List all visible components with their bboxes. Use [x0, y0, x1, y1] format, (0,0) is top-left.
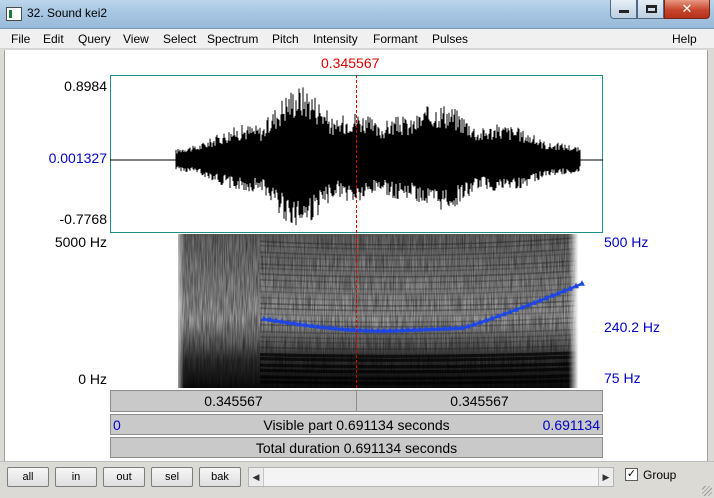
zoom-all-button[interactable]: all — [7, 467, 49, 487]
menu-edit[interactable]: Edit — [43, 32, 64, 46]
visible-end-label: 0.691134 — [542, 417, 600, 433]
menu-select[interactable]: Select — [163, 32, 196, 46]
horizontal-scrollbar[interactable]: ◀ ▶ — [248, 467, 614, 487]
menu-file[interactable]: File — [11, 32, 30, 46]
cursor-overlay — [356, 75, 357, 388]
visible-part-label: Visible part 0.691134 seconds — [263, 416, 450, 433]
visible-part-center: Visible part 0.691134 seconds — [111, 415, 602, 434]
zoom-out-button[interactable]: out — [103, 467, 145, 487]
segment-right-label: 0.345567 — [450, 393, 509, 409]
zoom-selection-button[interactable]: sel — [151, 467, 193, 487]
menu-spectrum[interactable]: Spectrum — [207, 32, 258, 46]
window-controls: ✕ — [610, 0, 710, 19]
menu-view[interactable]: View — [123, 32, 149, 46]
total-duration-label: Total duration 0.691134 seconds — [255, 439, 458, 456]
waveform-max-label: 0.8984 — [64, 78, 107, 94]
menu-formant[interactable]: Formant — [373, 32, 418, 46]
spectrogram-bottom-label: 0 Hz — [78, 371, 107, 387]
segment-right[interactable]: 0.345567 — [357, 391, 602, 411]
selection-time-bar: 0.345567 0.345567 — [110, 390, 603, 412]
visible-part-bar[interactable]: 0 Visible part 0.691134 seconds 0.691134 — [110, 414, 603, 435]
close-button[interactable]: ✕ — [664, 0, 710, 19]
scroll-left-arrow-icon[interactable]: ◀ — [249, 468, 264, 486]
menu-help[interactable]: Help — [672, 32, 697, 46]
sound-editor: 0.345567 0.8984 0.001327 -0.7768 5000 Hz… — [4, 50, 708, 461]
maximize-button[interactable] — [637, 0, 664, 19]
pitch-bottom-label: 75 Hz — [604, 370, 641, 386]
waveform-min-label: -0.7768 — [59, 211, 107, 227]
segment-left-label: 0.345567 — [204, 393, 263, 409]
minimize-icon — [619, 10, 629, 13]
title-bar[interactable]: 32. Sound kei2 ✕ — [0, 0, 714, 29]
pitch-top-label: 500 Hz — [604, 234, 649, 250]
cursor-time-label: 0.345567 — [321, 55, 380, 71]
total-duration-bar[interactable]: Total duration 0.691134 seconds — [110, 437, 603, 458]
group-checkbox[interactable]: ✓ — [625, 468, 638, 481]
close-icon: ✕ — [681, 1, 693, 16]
group-label: Group — [643, 468, 677, 482]
menu-pulses[interactable]: Pulses — [432, 32, 468, 46]
minimize-button[interactable] — [610, 0, 637, 19]
menu-pitch[interactable]: Pitch — [272, 32, 299, 46]
menu-bar: File Edit Query View Select Spectrum Pit… — [0, 29, 714, 49]
app-icon — [6, 7, 22, 21]
waveform-zero-label: 0.001327 — [48, 150, 107, 166]
menu-query[interactable]: Query — [78, 32, 111, 46]
zoom-back-button[interactable]: bak — [199, 467, 241, 487]
resize-grip-icon[interactable] — [702, 486, 712, 496]
total-duration-center: Total duration 0.691134 seconds — [111, 438, 602, 457]
maximize-icon — [646, 5, 657, 13]
zoom-in-button[interactable]: in — [55, 467, 97, 487]
spectrogram-top-label: 5000 Hz — [54, 234, 107, 250]
menu-intensity[interactable]: Intensity — [313, 32, 358, 46]
segment-left[interactable]: 0.345567 — [111, 391, 357, 411]
scroll-right-arrow-icon[interactable]: ▶ — [598, 468, 613, 486]
pitch-mid-label: 240.2 Hz — [604, 319, 661, 335]
bottom-toolbar: all in out sel bak ◀ ▶ ✓ Group — [0, 461, 714, 498]
window-title: 32. Sound kei2 — [27, 6, 108, 20]
